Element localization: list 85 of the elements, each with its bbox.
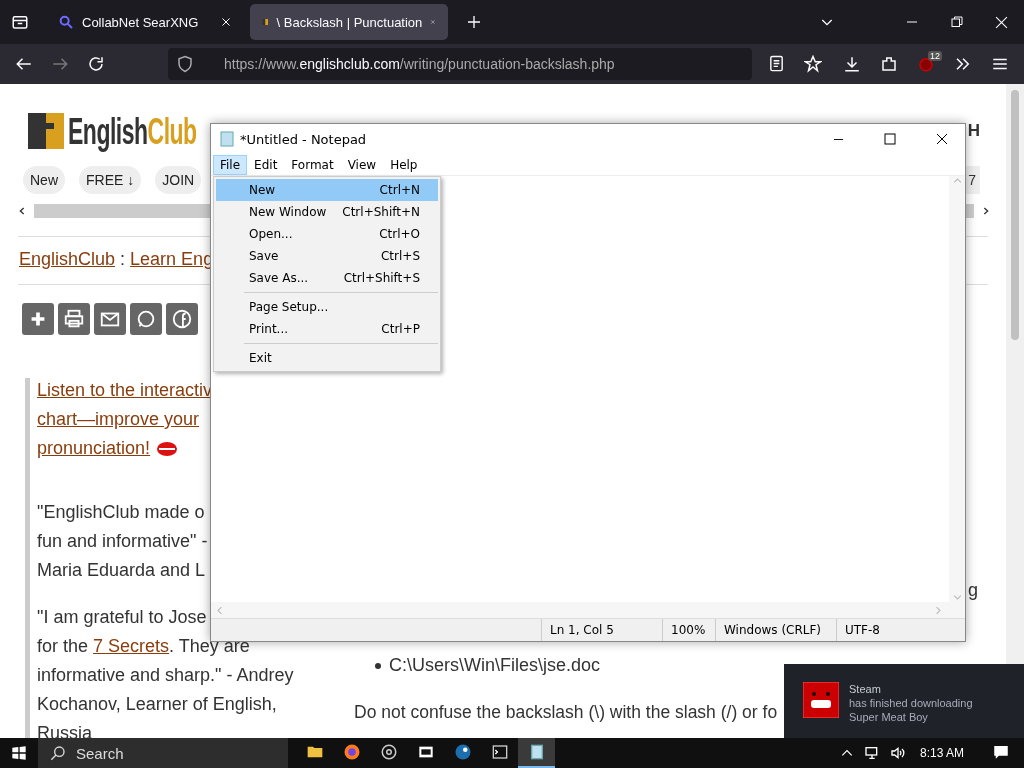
quote-text: fun and informative" - <box>37 530 208 553</box>
quote-text: for the 7 Secrets. They are <box>37 635 250 658</box>
body-text: Do not confuse the backslash (\) with the slash (/) or fo <box>354 702 778 723</box>
email-icon[interactable] <box>94 303 126 335</box>
restore-icon[interactable] <box>950 16 963 28</box>
quote-text: "I am grateful to Jose <box>37 606 207 629</box>
taskbar-search[interactable]: Search <box>38 738 288 768</box>
new-tab-icon[interactable] <box>466 14 482 30</box>
promo-link[interactable]: chart—improve your <box>37 409 200 429</box>
bookmark-star-icon[interactable] <box>804 55 822 73</box>
menu-item[interactable]: View <box>340 154 384 175</box>
firefox-icon[interactable] <box>342 743 361 761</box>
menu-option[interactable]: Exit <box>216 347 438 369</box>
menu-option[interactable]: New Ctrl+N <box>216 179 438 201</box>
menu-option[interactable]: Print... Ctrl+P <box>216 318 438 340</box>
shield-icon <box>176 55 194 73</box>
search-icon <box>50 745 66 761</box>
quote-text: informative and sharp." - Andrey <box>37 664 294 687</box>
breadcrumb-separator: : <box>120 249 126 270</box>
reload-icon[interactable] <box>87 55 105 73</box>
menu-option[interactable]: New Window Ctrl+Shift+N <box>216 201 438 223</box>
menu-option[interactable]: Save As... Ctrl+Shift+S <box>216 267 438 289</box>
close-icon[interactable] <box>220 16 232 28</box>
network-icon[interactable] <box>863 745 880 761</box>
overflow-icon[interactable] <box>954 55 972 73</box>
notification-text: has finished downloading <box>849 696 973 710</box>
notification-text: Super Meat Boy <box>849 710 928 724</box>
notification-app: Steam <box>849 682 881 696</box>
logo-icon[interactable] <box>28 113 64 149</box>
promo-link[interactable]: Listen to the interactiv <box>37 380 213 400</box>
maximize-icon[interactable] <box>884 133 896 145</box>
taskbar-app[interactable] <box>518 738 555 768</box>
scrollbar-thumb[interactable] <box>1011 90 1019 340</box>
status-field: 100% <box>662 619 715 641</box>
menu-option[interactable]: Save Ctrl+S <box>216 245 438 267</box>
extensions-icon[interactable] <box>880 55 898 73</box>
quote-text: "EnglishClub made o <box>37 501 205 524</box>
scroll-right-icon[interactable] <box>982 206 990 216</box>
nav-pill[interactable]: FREE ↓ <box>79 166 142 194</box>
notification-toast[interactable]: Steam has finished downloading Super Meat Boy <box>784 664 1024 738</box>
search-icon <box>58 14 74 30</box>
menu-option[interactable]: Page Setup... <box>216 296 438 318</box>
nav-pill[interactable]: New <box>23 166 65 194</box>
address-bar[interactable]: https://www.englishclub.com/writing/punctuation-backslash.php <box>168 48 752 80</box>
notepad-icon <box>220 131 234 147</box>
game-icon <box>803 682 839 718</box>
browser-tab[interactable]: \ Backslash | Punctuation <box>250 4 448 40</box>
add-icon[interactable] <box>22 303 54 335</box>
circle-app-icon[interactable] <box>379 743 398 761</box>
status-field: UTF-8 <box>836 619 951 641</box>
download-icon[interactable] <box>843 55 861 73</box>
clock[interactable]: 8:13 AM <box>919 746 964 760</box>
menu-item[interactable]: Help <box>383 154 425 175</box>
status-field: Ln 1, Col 5 <box>541 619 662 641</box>
print-icon[interactable] <box>58 303 90 335</box>
folder-icon[interactable] <box>305 744 324 760</box>
menu-item[interactable]: Format <box>284 154 341 175</box>
nav-pill[interactable]: JOIN <box>155 166 202 194</box>
body-text: g <box>968 580 978 601</box>
site-logo[interactable]: EnglishClub <box>68 109 197 153</box>
menu-option[interactable]: Open... Ctrl+O <box>216 223 438 245</box>
tab-overview-icon[interactable] <box>11 13 29 31</box>
reader-view-icon[interactable] <box>767 55 785 72</box>
window-title: *Untitled - Notepad <box>240 131 367 147</box>
notepad-icon[interactable] <box>528 743 545 761</box>
scroll-left-icon[interactable] <box>18 206 26 216</box>
notification-count: 12 <box>928 51 942 61</box>
whatsapp-icon[interactable] <box>130 303 162 335</box>
quote-link[interactable]: 7 Secrets <box>93 636 170 656</box>
browser-tab[interactable]: CollabNet SearXNG <box>46 4 244 40</box>
volume-icon[interactable] <box>889 745 906 761</box>
quote-text: Maria Eduarda and L <box>37 559 206 582</box>
windows-start-icon[interactable] <box>11 745 27 761</box>
quote-text: Kochanov, Learner of English, <box>37 693 277 716</box>
close-icon[interactable] <box>936 133 948 145</box>
bullet-icon <box>375 662 381 669</box>
facebook-icon[interactable] <box>166 303 198 335</box>
terminal-icon[interactable] <box>490 744 509 760</box>
menu-item[interactable]: Edit <box>247 154 285 175</box>
promo-link[interactable]: pronunciation! <box>37 438 151 458</box>
breadcrumb-link[interactable]: EnglishClub <box>19 249 116 270</box>
menu-item[interactable]: File <box>213 154 248 175</box>
file-path: C:\Users\Win\Files\jse.doc <box>389 655 601 676</box>
status-field: Windows (CRLF) <box>715 619 836 641</box>
header-text: H <box>967 121 980 141</box>
